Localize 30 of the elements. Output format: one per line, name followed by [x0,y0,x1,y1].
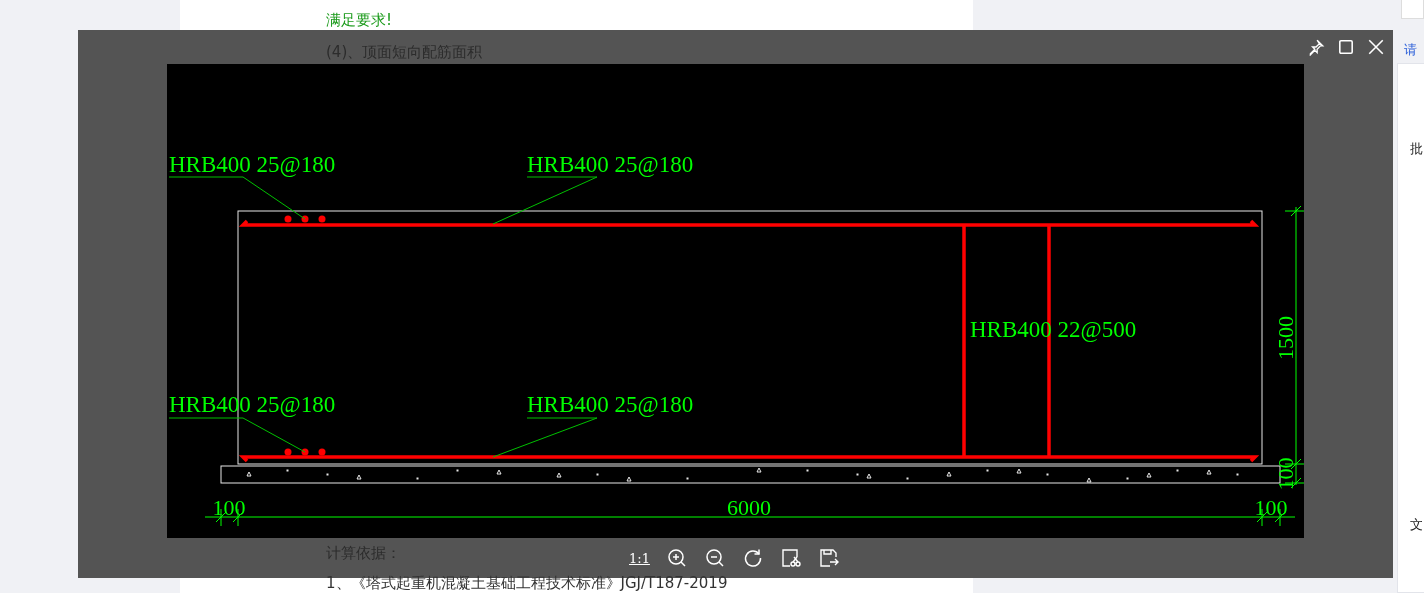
rebar-label: HRB400 25@180 [527,392,694,417]
zoom-in-icon[interactable] [667,548,687,568]
hint-text: 请 [1404,41,1417,59]
panel-text: 批 [1410,140,1423,158]
crop-icon[interactable] [781,548,801,568]
zoom-out-icon[interactable] [705,548,725,568]
rebar-label: HRB400 25@180 [169,392,336,417]
maximize-icon[interactable] [1337,38,1355,56]
dimension-label: 1500 [1273,316,1298,360]
rebar-dot [318,448,326,456]
dimension-label: 100 [212,495,246,520]
actual-size-button[interactable]: 1:1 [629,550,649,566]
pin-icon[interactable] [1307,38,1325,56]
rotate-icon[interactable] [743,548,763,568]
close-icon[interactable] [1367,38,1385,56]
rebar-dot [318,215,326,223]
search-field[interactable] [1401,0,1424,19]
document-text: 满足要求! [326,10,392,31]
rebar-dot [284,448,292,456]
save-as-icon[interactable] [819,548,839,568]
rebar-dot [301,215,309,223]
rebar-label: HRB400 25@180 [169,152,336,177]
dimension-label: 100 [1273,457,1298,491]
dimension-label: 6000 [727,495,771,520]
dimension-label: 100 [1254,495,1288,520]
document-text: 1、《塔式起重机混凝土基础工程技术标准》JGJ/T187-2019 [326,573,728,593]
rebar-dot [301,448,309,456]
rebar-label: HRB400 25@180 [527,152,694,177]
rebar-dot [284,215,292,223]
panel-text: 文 [1410,516,1423,534]
